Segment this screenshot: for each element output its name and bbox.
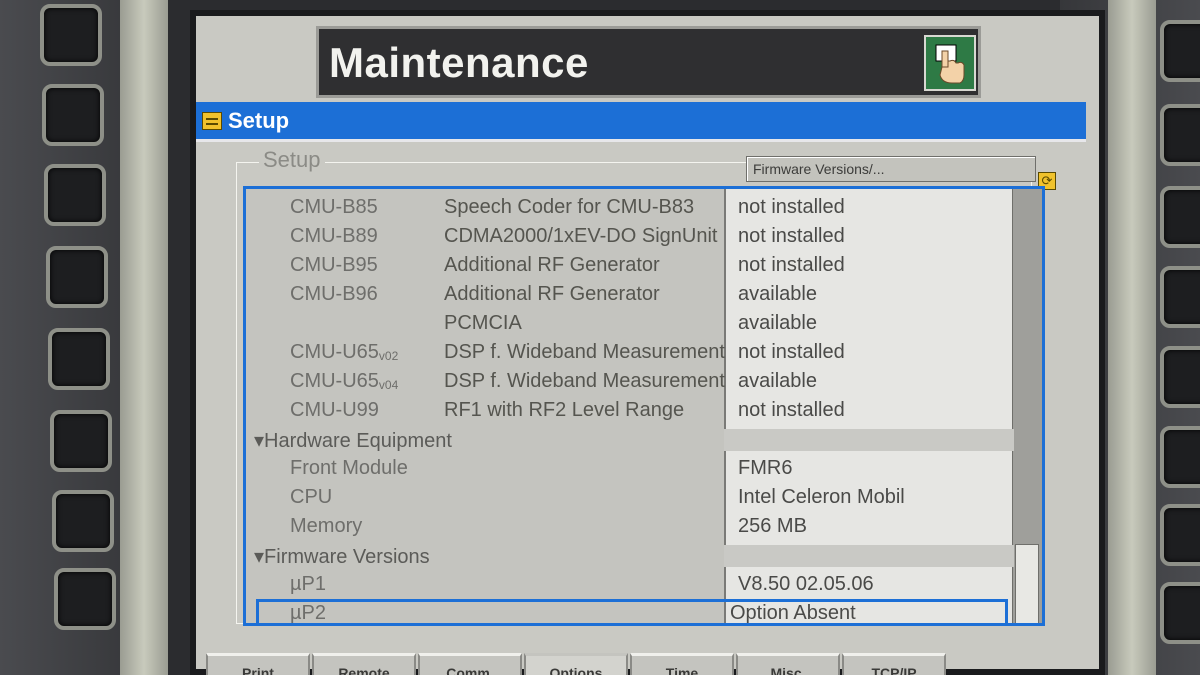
- left-softkey-2[interactable]: [42, 84, 104, 146]
- option-code: CMU-U99: [290, 399, 379, 421]
- setup-group-label: Setup: [259, 147, 325, 173]
- right-softkey-5[interactable]: [1160, 346, 1200, 408]
- section-select[interactable]: Firmware Versions/...: [746, 156, 1036, 182]
- menu-icon[interactable]: [202, 112, 222, 130]
- group-band: [724, 545, 1014, 567]
- option-status: not installed: [738, 196, 845, 218]
- hardware-value: FMR6: [738, 457, 793, 479]
- hardware-name: CPU: [290, 486, 333, 508]
- tab-tcpip[interactable]: TCP/IP: [842, 653, 946, 675]
- table-row[interactable]: CMU-B85 Speech Coder for CMU-B83 not ins…: [246, 193, 1014, 222]
- table-row[interactable]: CMU-B89 CDMA2000/1xEV-DO SignUnit not in…: [246, 222, 1014, 251]
- hardware-name: Memory: [290, 515, 363, 537]
- option-description: Speech Coder for CMU-B83: [444, 196, 695, 218]
- right-softkey-3[interactable]: [1160, 186, 1200, 248]
- table-row[interactable]: PCMCIA available: [246, 309, 1014, 338]
- option-status: not installed: [738, 399, 845, 421]
- table-row[interactable]: CMU-B95 Additional RF Generator not inst…: [246, 251, 1014, 280]
- option-code: CMU-B85: [290, 196, 378, 218]
- option-status: not installed: [738, 225, 845, 247]
- firmware-value: V8.50 02.05.06: [738, 573, 874, 595]
- right-softkey-2[interactable]: [1160, 104, 1200, 166]
- table-row[interactable]: Memory 256 MB: [246, 512, 1014, 541]
- right-softkey-7[interactable]: [1160, 504, 1200, 566]
- group-hardware-equipment[interactable]: ▾Hardware Equipment: [246, 425, 1014, 454]
- option-code: CMU-B96: [290, 283, 378, 305]
- left-softkey-6[interactable]: [50, 410, 112, 472]
- left-softkey-7[interactable]: [52, 490, 114, 552]
- left-softkey-8[interactable]: [54, 568, 116, 630]
- group-band: [724, 429, 1014, 451]
- tab-misc[interactable]: Misc.: [736, 653, 840, 675]
- right-softkey-4[interactable]: [1160, 266, 1200, 328]
- group-firmware-versions[interactable]: ▾Firmware Versions: [246, 541, 1014, 570]
- right-softkey-6[interactable]: [1160, 426, 1200, 488]
- tab-print[interactable]: Print: [206, 653, 310, 675]
- instrument-screen: Maintenance Setup Setup Firmware Version…: [190, 10, 1105, 675]
- right-softkey-8[interactable]: [1160, 582, 1200, 644]
- bottom-tab-bar: Print Remote Comm. Options Time Misc. TC…: [206, 653, 1086, 675]
- right-softkey-1[interactable]: [1160, 20, 1200, 82]
- option-description: DSP f. Wideband Measurement: [444, 370, 725, 392]
- left-rail: [120, 0, 168, 675]
- option-status: not installed: [738, 341, 845, 363]
- scrollbar-thumb[interactable]: [1015, 544, 1039, 623]
- option-status: not installed: [738, 254, 845, 276]
- setup-panel-title: Setup: [228, 108, 290, 133]
- option-description: DSP f. Wideband Measurement: [444, 341, 725, 363]
- group-label: ▾Hardware Equipment: [254, 430, 452, 452]
- option-status: available: [738, 283, 817, 305]
- firmware-name: µP1: [290, 573, 326, 595]
- tab-comm[interactable]: Comm.: [418, 653, 522, 675]
- group-label: ▾Firmware Versions: [254, 546, 430, 568]
- table-row[interactable]: CPU Intel Celeron Mobil: [246, 483, 1014, 512]
- option-description: CDMA2000/1xEV-DO SignUnit: [444, 225, 718, 247]
- table-row-selected[interactable]: µP2 Option Absent: [256, 599, 1008, 624]
- option-code: CMU-U65v02: [290, 341, 399, 363]
- firmware-name: µP2: [290, 602, 326, 624]
- option-status: available: [738, 370, 817, 392]
- table-row[interactable]: CMU-U65v02 DSP f. Wideband Measurement n…: [246, 338, 1014, 367]
- left-softkey-4[interactable]: [46, 246, 108, 308]
- setup-panel-header: Setup: [196, 102, 1086, 142]
- left-softkey-1[interactable]: [40, 4, 102, 66]
- table-row[interactable]: CMU-U65v04 DSP f. Wideband Measurement a…: [246, 367, 1014, 396]
- table-row[interactable]: CMU-U99 RF1 with RF2 Level Range not ins…: [246, 396, 1014, 425]
- option-description: Additional RF Generator: [444, 254, 660, 276]
- page-title: Maintenance: [329, 39, 589, 86]
- tab-time[interactable]: Time: [630, 653, 734, 675]
- option-description: PCMCIA: [444, 312, 522, 334]
- option-code: CMU-B95: [290, 254, 378, 276]
- table-row[interactable]: CMU-B96 Additional RF Generator availabl…: [246, 280, 1014, 309]
- right-rail: [1108, 0, 1156, 675]
- hand-touch-button[interactable]: [924, 35, 976, 91]
- hardware-value: 256 MB: [738, 515, 807, 537]
- hardware-name: Front Module: [290, 457, 408, 479]
- title-bar: Maintenance: [316, 26, 981, 98]
- firmware-value: Option Absent: [730, 602, 856, 624]
- left-softkey-3[interactable]: [44, 164, 106, 226]
- option-code: CMU-U65v04: [290, 370, 399, 392]
- hand-pointer-icon: [935, 44, 965, 84]
- setup-table: CMU-B85 Speech Coder for CMU-B83 not ins…: [243, 186, 1045, 626]
- option-status: available: [738, 312, 817, 334]
- tab-remote[interactable]: Remote: [312, 653, 416, 675]
- option-code: CMU-B89: [290, 225, 378, 247]
- table-row[interactable]: µP1 V8.50 02.05.06: [246, 570, 1014, 599]
- option-description: Additional RF Generator: [444, 283, 660, 305]
- vertical-scrollbar[interactable]: [1012, 189, 1042, 623]
- tab-options[interactable]: Options: [524, 653, 628, 675]
- hardware-value: Intel Celeron Mobil: [738, 486, 905, 508]
- option-description: RF1 with RF2 Level Range: [444, 399, 685, 421]
- table-row[interactable]: Front Module FMR6: [246, 454, 1014, 483]
- left-softkey-5[interactable]: [48, 328, 110, 390]
